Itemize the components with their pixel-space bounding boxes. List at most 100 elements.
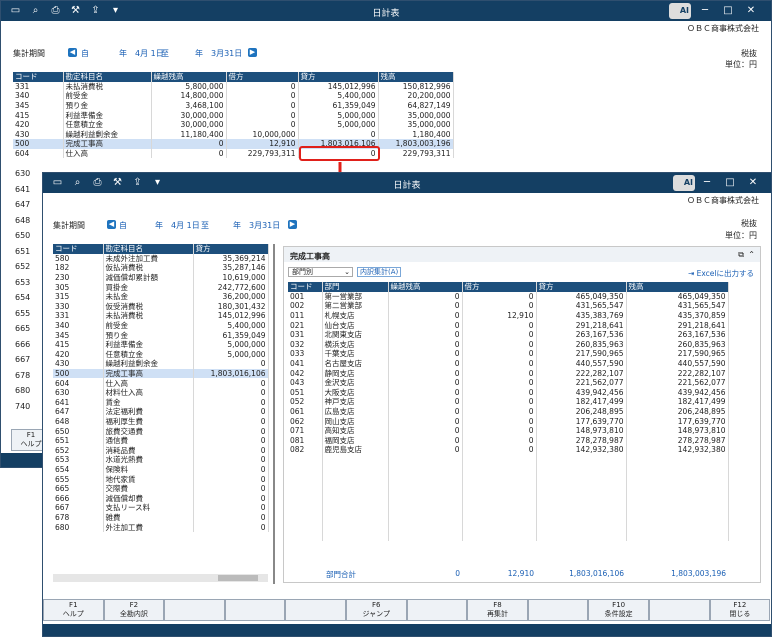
table-row[interactable]: 041 名古屋支店 0 0 440,557,590 440,557,590 — [288, 358, 729, 369]
table-row[interactable]: 666 減価償却費 0 — [53, 493, 269, 504]
back-prev-period-button[interactable]: ◀ — [68, 48, 77, 57]
minimize-icon[interactable]: ─ — [698, 4, 712, 18]
table-row[interactable]: 650 旅費交通費 0 — [53, 426, 269, 436]
table-row[interactable]: 230 減価償却累計額 10,619,000 — [53, 272, 269, 283]
table-row[interactable]: 652 消耗品費 0 — [53, 445, 269, 456]
back-header-col-2[interactable]: 繰越残高 — [151, 72, 227, 82]
table-row[interactable]: 415 利益準備金 5,000,000 — [53, 339, 269, 350]
table-row[interactable]: 604 仕入高 0 — [53, 378, 269, 388]
splitter[interactable] — [273, 244, 275, 584]
table-row[interactable]: 415 利益準備金 30,000,000 0 5,000,000 35,000,000 — [13, 110, 454, 120]
table-row[interactable]: 430 繰越利益剰余金 0 — [53, 359, 269, 369]
table-row[interactable]: 648 福利厚生費 0 — [53, 416, 269, 427]
back-from-date[interactable]: 年 4月 1日 — [119, 48, 164, 59]
front-prev-period-button[interactable]: ◀ — [107, 220, 116, 229]
chevron-up-icon[interactable]: ⌃ — [748, 250, 755, 259]
front-left-header-col-0[interactable]: コード — [53, 244, 104, 254]
table-row[interactable]: 033 千葉支店 0 0 217,590,965 217,590,965 — [288, 349, 729, 359]
table-row[interactable]: 655 地代家賃 0 — [53, 474, 269, 484]
table-row[interactable]: 021 仙台支店 0 0 291,218,641 291,218,641 — [288, 320, 729, 330]
back-to-date[interactable]: 年 3月31日 — [195, 48, 242, 59]
fkey-button[interactable] — [648, 599, 710, 621]
fkey-button[interactable] — [285, 599, 346, 621]
table-row[interactable]: 340 前受金 14,800,000 0 5,400,000 20,200,000 — [13, 91, 454, 101]
table-row[interactable]: 081 福岡支店 0 0 278,278,987 278,278,987 — [288, 435, 729, 446]
fkey-button[interactable]: F6 ジャンプ — [345, 599, 407, 621]
table-row[interactable]: 305 買掛金 242,772,600 — [53, 282, 269, 292]
table-row[interactable]: 630 材料仕入高 0 — [53, 387, 269, 398]
table-row[interactable]: 011 札幌支店 0 12,910 435,383,769 435,370,859 — [288, 310, 729, 321]
table-row[interactable]: 052 神戸支店 0 0 182,417,499 182,417,499 — [288, 397, 729, 407]
minimize-icon[interactable]: ─ — [700, 176, 714, 190]
fkey-button[interactable] — [164, 599, 225, 621]
table-row[interactable]: 345 預り金 61,359,049 — [53, 330, 269, 340]
dept-header-col-1[interactable]: 部門 — [322, 282, 389, 292]
back-header-col-4[interactable]: 貸方 — [298, 72, 379, 82]
table-row[interactable]: 061 広島支店 0 0 206,248,895 206,248,895 — [288, 406, 729, 417]
dept-header-col-2[interactable]: 繰越残高 — [388, 282, 463, 292]
back-header-col-1[interactable]: 勘定科目名 — [63, 72, 152, 82]
front-left-header-col-2[interactable]: 貸方 — [193, 244, 269, 254]
table-row[interactable]: 315 未払金 36,200,000 — [53, 291, 269, 302]
close-icon[interactable]: ✕ — [744, 4, 758, 18]
table-row[interactable]: 071 高知支店 0 0 148,973,810 148,973,810 — [288, 425, 729, 436]
table-row[interactable]: 031 北関東支店 0 0 263,167,536 263,167,536 — [288, 329, 729, 340]
table-row[interactable]: 420 任意積立金 30,000,000 0 5,000,000 35,000,000 — [13, 119, 454, 130]
back-header-col-0[interactable]: コード — [13, 72, 64, 82]
table-row[interactable]: 653 水道光熱費 0 — [53, 455, 269, 465]
table-row[interactable]: 420 任意積立金 5,000,000 — [53, 349, 269, 360]
table-row[interactable]: 667 支払リース料 0 — [53, 503, 269, 513]
fkey-button[interactable] — [224, 599, 286, 621]
back-header-col-5[interactable]: 残高 — [378, 72, 454, 82]
table-row[interactable]: 665 交際費 0 — [53, 483, 269, 494]
table-row[interactable]: 032 横浜支店 0 0 260,835,963 260,835,963 — [288, 339, 729, 350]
table-row[interactable]: 500 完成工事高 1,803,016,106 — [53, 368, 269, 379]
table-row[interactable]: 345 預り金 3,468,100 0 61,359,049 64,827,149 — [13, 100, 454, 111]
ai-icon[interactable]: AI — [669, 3, 691, 19]
back-next-period-button[interactable]: ▶ — [248, 48, 257, 57]
table-row[interactable]: 051 大阪支店 0 0 439,942,456 439,942,456 — [288, 387, 729, 398]
table-row[interactable]: 340 前受金 5,400,000 — [53, 320, 269, 331]
dept-header-col-5[interactable]: 残高 — [626, 282, 729, 292]
table-row[interactable]: 330 仮受消費税 180,301,432 — [53, 301, 269, 312]
excel-export-link[interactable]: ⇥ Excelに出力する — [688, 268, 754, 279]
table-row[interactable]: 182 仮払消費税 35,287,146 — [53, 263, 269, 273]
fkey-button[interactable]: F2 全勘内訳 — [103, 599, 165, 621]
back-header-col-3[interactable]: 借方 — [226, 72, 299, 82]
table-row[interactable]: 331 未払消費税 145,012,996 — [53, 311, 269, 321]
maximize-icon[interactable]: □ — [721, 4, 735, 18]
dept-select[interactable]: 部門別 ⌄ — [288, 267, 353, 277]
fkey-button[interactable]: F1 ヘルプ — [43, 599, 104, 621]
ai-icon[interactable]: AI — [673, 175, 695, 191]
table-row[interactable]: 500 完成工事高 0 12,910 1,803,016,106 1,803,003,19… — [13, 139, 454, 149]
fkey-button[interactable]: F12 閉じる — [709, 599, 771, 621]
table-row[interactable]: 082 鹿児島支店 0 0 142,932,380 142,932,380 — [288, 445, 729, 455]
table-row[interactable]: 680 外注加工費 0 — [53, 522, 269, 532]
table-row[interactable]: 062 岡山支店 0 0 177,639,770 177,639,770 — [288, 416, 729, 426]
close-icon[interactable]: ✕ — [746, 176, 760, 190]
front-from-date[interactable]: 年 4月 1日 — [155, 220, 200, 231]
table-row[interactable]: 331 未払消費税 5,800,000 0 145,012,996 150,812,996 — [13, 81, 454, 92]
breakdown-button[interactable]: 内訳集計(A) — [357, 267, 402, 277]
table-row[interactable]: 678 雑費 0 — [53, 512, 269, 523]
window-restore-icon[interactable]: ⧉ — [738, 250, 744, 260]
fkey-button[interactable] — [406, 599, 468, 621]
dept-header-col-0[interactable]: コード — [288, 282, 323, 292]
horizontal-scrollbar[interactable] — [53, 574, 268, 582]
table-row[interactable]: 043 金沢支店 0 0 221,562,077 221,562,077 — [288, 377, 729, 388]
fkey-button[interactable] — [527, 599, 589, 621]
table-row[interactable]: 651 通信費 0 — [53, 435, 269, 446]
table-row[interactable]: 604 仕入高 0 229,793,311 0 229,793,311 — [13, 148, 454, 159]
table-row[interactable]: 042 静岡支店 0 0 222,282,107 222,282,107 — [288, 368, 729, 378]
front-left-header-col-1[interactable]: 勘定科目名 — [103, 244, 194, 254]
fkey-button[interactable]: F8 再集計 — [467, 599, 528, 621]
table-row[interactable]: 001 第一営業部 0 0 465,049,350 465,049,350 — [288, 291, 729, 302]
table-row[interactable]: 654 保険料 0 — [53, 464, 269, 475]
front-to-date[interactable]: 年 3月31日 — [233, 220, 280, 231]
table-row[interactable]: 002 第二営業部 0 0 431,565,547 431,565,547 — [288, 301, 729, 311]
table-row[interactable]: 430 繰越利益剰余金 11,180,400 10,000,000 0 1,180,400 — [13, 129, 454, 140]
dept-header-col-4[interactable]: 貸方 — [536, 282, 627, 292]
dept-header-col-3[interactable]: 借方 — [462, 282, 537, 292]
table-row[interactable]: 641 賃金 0 — [53, 397, 269, 408]
table-row[interactable]: 647 法定福利費 0 — [53, 407, 269, 417]
